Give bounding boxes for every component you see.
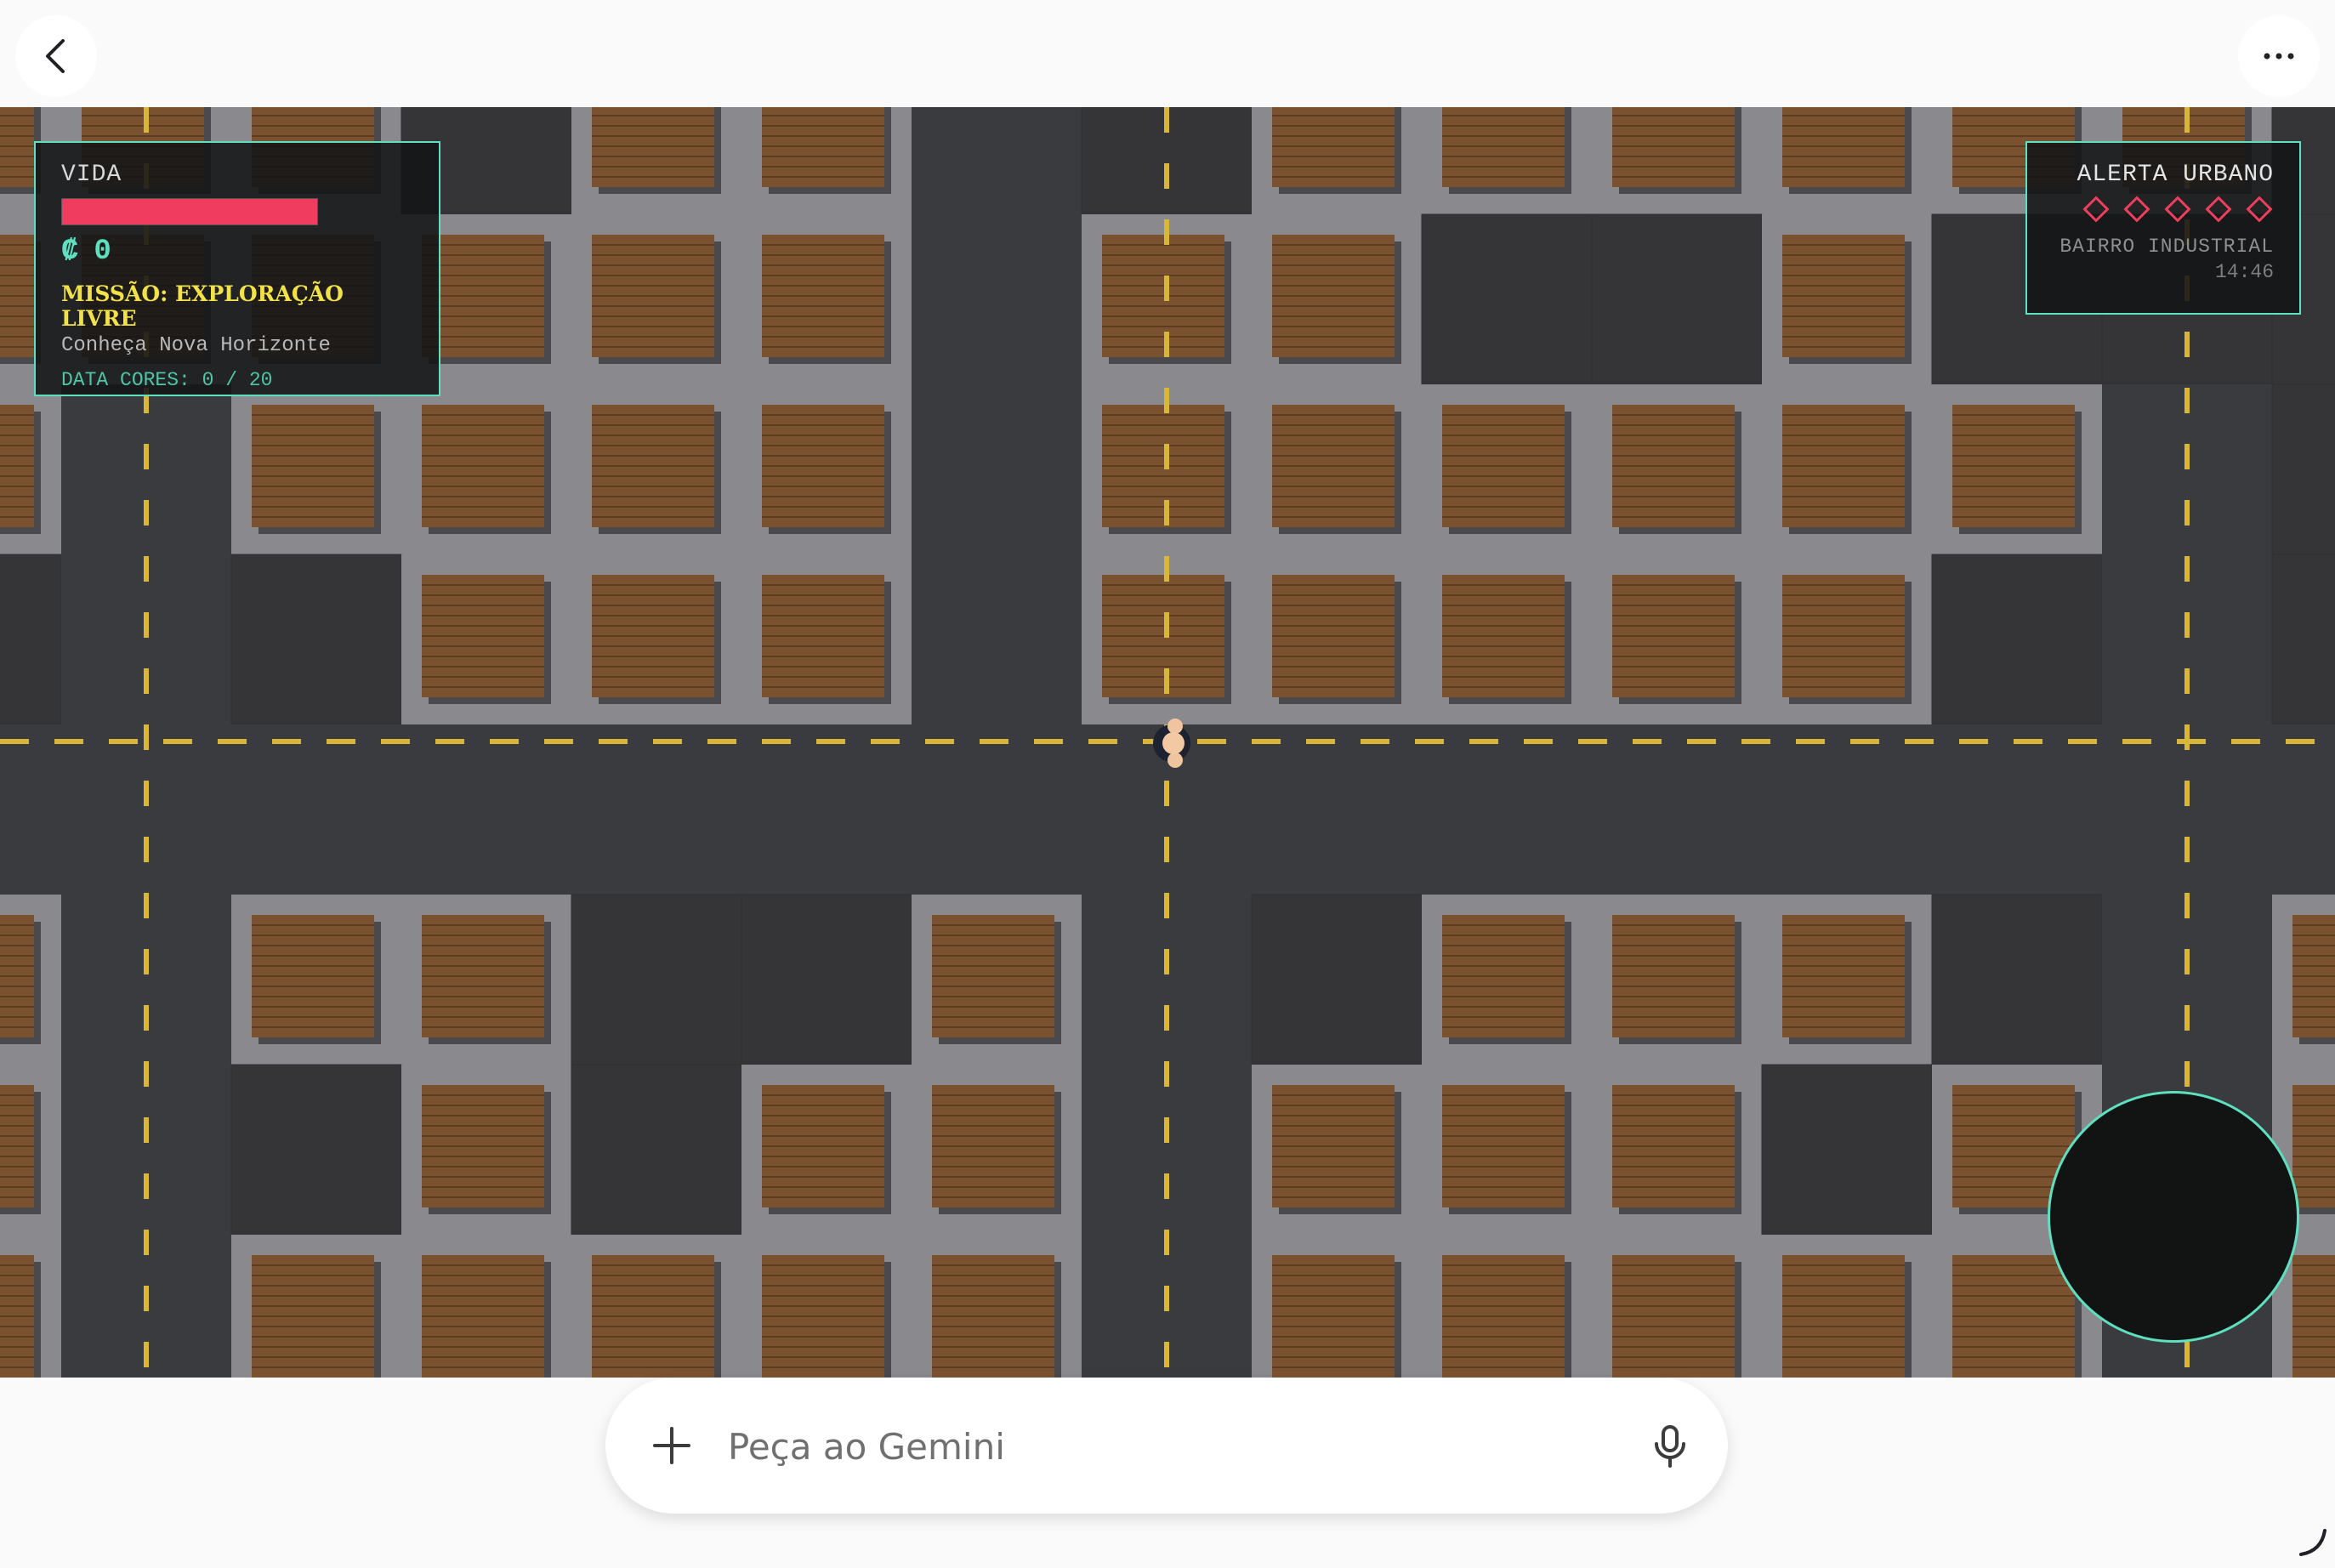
prompt-input[interactable] [726, 1412, 1580, 1481]
road-tile [1252, 724, 1422, 895]
virtual-joystick[interactable] [2048, 1091, 2299, 1343]
road-tile [912, 554, 1082, 724]
empty-lot [571, 1064, 742, 1236]
back-button[interactable] [15, 15, 97, 97]
empty-lot [2271, 554, 2335, 725]
empty-lot [571, 894, 742, 1065]
empty-lot [0, 554, 62, 725]
empty-lot [741, 894, 912, 1065]
road-tile [231, 724, 401, 895]
empty-lot [2271, 383, 2335, 555]
chevron-left-icon [46, 39, 65, 73]
road-tile [0, 724, 61, 895]
health-bar-fill [62, 199, 317, 224]
road-tile [741, 724, 912, 895]
alert-title: ALERTA URBANO [2077, 162, 2274, 188]
road-tile [912, 214, 1082, 384]
empty-lot [1931, 894, 2103, 1065]
empty-lot [230, 1064, 402, 1236]
health-label: VIDA [61, 162, 122, 188]
currency-value: 0 [94, 236, 111, 268]
road-tile [1082, 1065, 1252, 1235]
status-panel: VIDA ₡ 0 MISSÃO: EXPLORAÇÃO LIVRE Conheça… [34, 141, 440, 396]
prompt-bar [605, 1378, 1728, 1514]
wanted-star-icon [2205, 196, 2232, 223]
district-name: BAIRRO INDUSTRIAL [2059, 236, 2274, 258]
wanted-star-icon [2123, 196, 2150, 223]
road-tile [571, 724, 741, 895]
currency-display: ₡ 0 [61, 236, 413, 268]
wanted-star-icon [2082, 196, 2110, 223]
road-tile [1932, 724, 2102, 895]
road-tile [2102, 895, 2272, 1065]
empty-lot [1591, 213, 1763, 385]
empty-lot [1761, 1064, 1933, 1236]
top-bar [0, 0, 2335, 107]
alert-panel: ALERTA URBANO BAIRRO INDUSTRIAL 14:46 [2025, 141, 2301, 315]
road-tile [401, 724, 571, 895]
empty-lot [230, 554, 402, 725]
wanted-star-icon [2164, 196, 2191, 223]
game-clock: 14:46 [2214, 261, 2274, 283]
road-tile [1082, 895, 1252, 1065]
empty-lot [1251, 894, 1423, 1065]
microphone-button[interactable] [1645, 1420, 1696, 1471]
add-button[interactable] [646, 1420, 697, 1471]
road-tile [2272, 724, 2335, 895]
empty-lot [1421, 213, 1593, 385]
game-viewport[interactable]: VIDA ₡ 0 MISSÃO: EXPLORAÇÃO LIVRE Conheça… [0, 107, 2335, 1378]
road-tile [61, 1065, 231, 1235]
mission-title: MISSÃO: EXPLORAÇÃO LIVRE [61, 281, 344, 331]
more-options-button[interactable] [2238, 15, 2320, 97]
road-tile [1592, 724, 1762, 895]
player-head [1162, 732, 1185, 754]
player-hand [1168, 753, 1183, 768]
data-cores-counter: DATA CORES: 0 / 20 [61, 369, 273, 391]
wanted-level [2053, 196, 2274, 223]
health-bar [61, 198, 318, 225]
empty-lot [1931, 554, 2103, 725]
mission-subtitle: Conheça Nova Horizonte [61, 334, 331, 357]
currency-icon: ₡ [61, 236, 79, 268]
plus-icon [653, 1427, 690, 1464]
road-tile [1762, 724, 1932, 895]
road-tile [61, 895, 231, 1065]
road-tile [912, 724, 1082, 895]
mic-icon [1655, 1425, 1685, 1468]
more-horizontal-icon [2264, 53, 2294, 60]
player-hand [1168, 719, 1183, 734]
wanted-star-icon [2246, 196, 2273, 223]
road-tile [912, 384, 1082, 554]
resize-handle-icon [2299, 1529, 2326, 1556]
road-tile [912, 107, 1082, 214]
road-tile [1422, 724, 1592, 895]
